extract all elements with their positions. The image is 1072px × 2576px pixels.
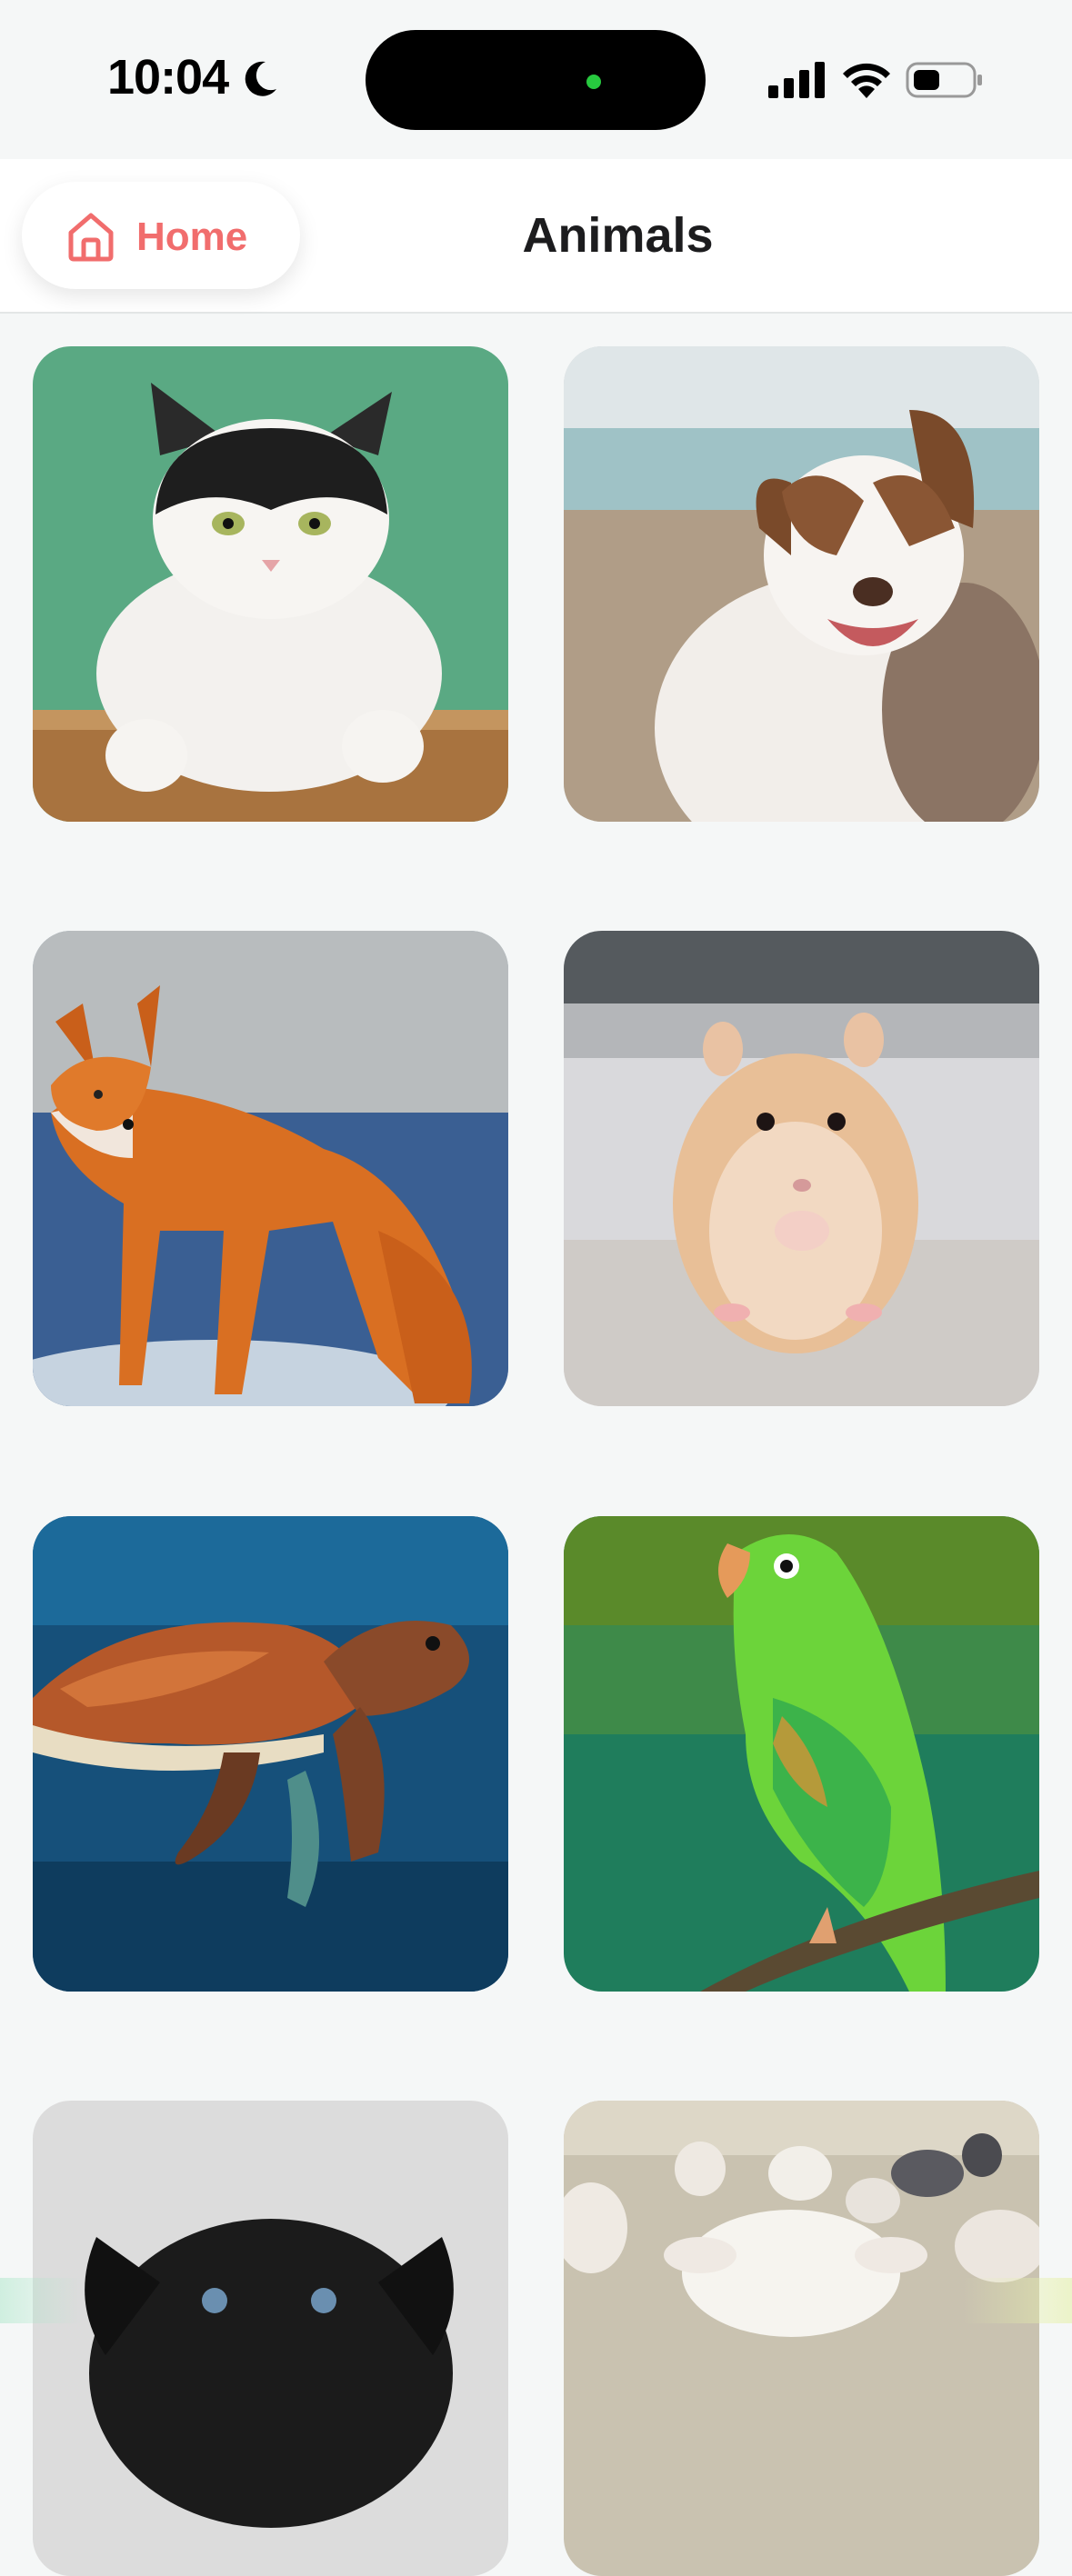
sheep-image bbox=[564, 2101, 1039, 2576]
animal-card-hamster[interactable] bbox=[564, 931, 1039, 1406]
animal-card-turtle[interactable] bbox=[33, 1516, 508, 1992]
animal-card-fox[interactable] bbox=[33, 931, 508, 1406]
camera-indicator-dot bbox=[586, 75, 601, 89]
animal-card-sheep[interactable] bbox=[564, 2101, 1039, 2576]
dog-image bbox=[564, 346, 1039, 822]
status-bar: 10:04 bbox=[0, 0, 1072, 159]
animal-card-parrot[interactable] bbox=[564, 1516, 1039, 1992]
wifi-icon bbox=[843, 63, 890, 98]
navigation-bar: Home Animals bbox=[0, 159, 1072, 314]
parrot-image bbox=[564, 1516, 1039, 1992]
puppy-image bbox=[33, 2101, 508, 2576]
cellular-signal-icon bbox=[768, 62, 825, 98]
bottom-edge-glow bbox=[963, 2278, 1072, 2323]
hamster-image bbox=[564, 931, 1039, 1406]
bottom-edge-glow bbox=[0, 2278, 82, 2323]
animal-card-dog[interactable] bbox=[564, 346, 1039, 822]
moon-icon bbox=[245, 61, 276, 96]
status-time: 10:04 bbox=[107, 50, 229, 105]
cat-image bbox=[33, 346, 508, 822]
fox-image bbox=[33, 931, 508, 1406]
animal-card-puppy[interactable] bbox=[33, 2101, 508, 2576]
page-title: Animals bbox=[522, 208, 714, 263]
dynamic-island bbox=[366, 30, 706, 130]
animal-card-cat[interactable] bbox=[33, 346, 508, 822]
battery-icon bbox=[906, 62, 982, 98]
turtle-image bbox=[33, 1516, 508, 1992]
